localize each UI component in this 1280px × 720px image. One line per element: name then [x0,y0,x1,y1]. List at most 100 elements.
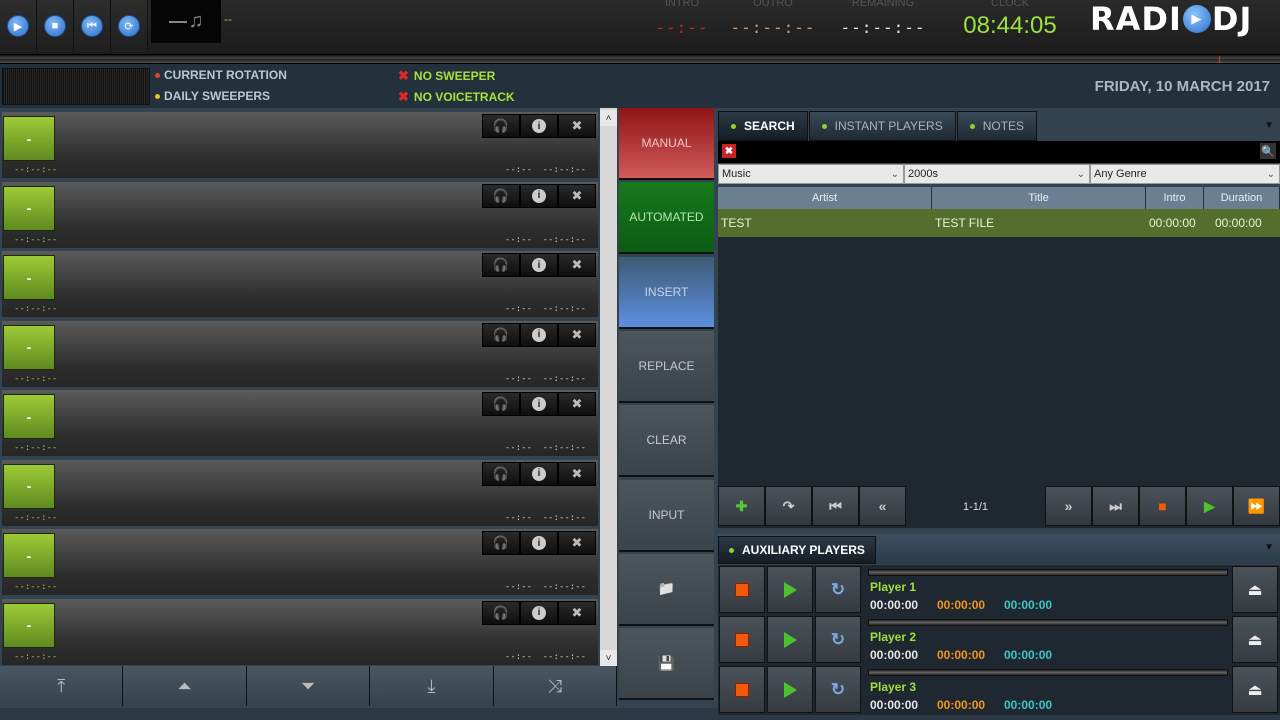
scroll-down-button[interactable]: ˅ [600,650,617,666]
info-button[interactable]: i [520,600,558,625]
aux-loop-button[interactable]: ↻ [815,666,861,713]
track-thumbnail[interactable]: - [3,255,55,300]
tab-instant-players[interactable]: INSTANT PLAYERS [808,111,956,141]
playlist-track[interactable]: - --:--:-- 🎧 i ✖ --:-- --:--:-- [2,459,598,526]
preview-stop-button[interactable]: ■ [1139,486,1186,526]
result-row[interactable]: TEST TEST FILE 00:00:00 00:00:00 [718,209,1280,237]
aux-progress-bar[interactable] [868,569,1228,576]
tab-search[interactable]: SEARCH [718,111,808,141]
year-select[interactable]: 2000s ⌄ [904,164,1090,184]
playlist-track[interactable]: - --:--:-- 🎧 i ✖ --:-- --:--:-- [2,390,598,456]
aux-stop-button[interactable] [719,616,765,663]
redirect-button[interactable]: ↷ [765,486,812,526]
play-button[interactable]: ▶ [0,0,37,52]
aux-eject-button[interactable]: ⏏ [1232,616,1278,663]
track-progress-bar[interactable] [0,54,1280,64]
playlist-track[interactable]: - --:--:-- 🎧 i ✖ --:-- --:--:-- [2,598,598,665]
remove-button[interactable]: ✖ [558,114,596,138]
scroll-up-button[interactable]: ˄ [600,110,617,126]
column-title[interactable]: Title [932,187,1146,209]
shuffle-button[interactable]: ⤨ [493,666,618,706]
playlist-track[interactable]: - --:--:-- 🎧 i ✖ --:-- --:--:-- [2,251,598,317]
playlist-track[interactable]: - --:--:-- 🎧 i ✖ --:-- --:--:-- [2,112,598,178]
search-input[interactable] [740,143,1250,161]
panel-menu-icon[interactable]: ▼ [1264,120,1274,131]
playlist-track[interactable]: - --:--:-- 🎧 i ✖ --:-- --:--:-- [2,181,598,248]
aux-play-button[interactable] [767,616,813,663]
track-thumbnail[interactable]: - [3,533,55,578]
mode-input-button[interactable]: INPUT [619,479,714,552]
aux-stop-button[interactable] [719,666,765,713]
track-thumbnail[interactable]: - [3,324,55,370]
previous-button[interactable]: ⏮ [74,0,111,52]
first-page-button[interactable]: ⏮ [812,486,859,526]
save-button[interactable]: 💾 [619,628,714,701]
mode-automated-button[interactable]: AUTOMATED [619,182,714,255]
column-intro[interactable]: Intro [1146,187,1204,209]
preview-button[interactable]: 🎧 [482,322,520,347]
search-icon[interactable]: 🔍 [1260,143,1276,159]
mode-manual-button[interactable]: MANUAL [619,108,714,180]
remove-button[interactable]: ✖ [558,392,596,416]
playlist-track[interactable]: - --:--:-- 🎧 i ✖ --:-- --:--:-- [2,529,598,595]
last-page-button[interactable]: ⏭ [1092,486,1139,526]
column-duration[interactable]: Duration [1204,187,1280,209]
preview-button[interactable]: 🎧 [482,183,520,208]
remove-button[interactable]: ✖ [558,322,596,347]
move-up-button[interactable]: ⏶ [123,666,247,706]
remove-button[interactable]: ✖ [558,531,596,555]
genre-select[interactable]: Any Genre ⌄ [1090,164,1280,184]
info-button[interactable]: i [520,461,558,486]
remove-button[interactable]: ✖ [558,253,596,277]
preview-button[interactable]: 🎧 [482,600,520,625]
mode-replace-button[interactable]: REPLACE [619,330,714,403]
aux-play-button[interactable] [767,666,813,713]
tab-notes[interactable]: NOTES [956,111,1038,141]
aux-menu-icon[interactable]: ▼ [1264,542,1274,553]
track-thumbnail[interactable]: - [3,394,55,439]
stop-button[interactable]: ■ [37,0,74,52]
info-button[interactable]: i [520,253,558,277]
track-thumbnail[interactable]: - [3,116,55,161]
move-top-button[interactable]: ⤒ [0,666,124,706]
aux-eject-button[interactable]: ⏏ [1232,566,1278,613]
next-page-button[interactable]: » [1045,486,1092,526]
daily-sweepers[interactable]: DAILY SWEEPERS [155,89,270,103]
preview-button[interactable]: 🎧 [482,531,520,555]
preview-button[interactable]: 🎧 [482,461,520,486]
aux-loop-button[interactable]: ↻ [815,616,861,663]
info-button[interactable]: i [520,531,558,555]
preview-skip-button[interactable]: ⏩ [1233,486,1280,526]
mode-insert-button[interactable]: INSERT [619,256,714,329]
type-select[interactable]: Music ⌄ [718,164,904,184]
playlist-track[interactable]: - --:--:-- 🎧 i ✖ --:-- --:--:-- [2,320,598,387]
aux-eject-button[interactable]: ⏏ [1232,666,1278,713]
mode-clear-button[interactable]: CLEAR [619,405,714,478]
track-thumbnail[interactable]: - [3,463,55,509]
aux-loop-button[interactable]: ↻ [815,566,861,613]
remove-button[interactable]: ✖ [558,600,596,625]
info-button[interactable]: i [520,183,558,208]
move-down-button[interactable]: ⏷ [246,666,371,706]
track-thumbnail[interactable]: - [3,185,55,231]
prev-page-button[interactable]: « [859,486,906,526]
aux-progress-bar[interactable] [868,669,1228,676]
folder-button[interactable]: 📁 [619,553,714,626]
aux-stop-button[interactable] [719,566,765,613]
move-bottom-button[interactable]: ⤓ [370,666,494,706]
preview-button[interactable]: 🎧 [482,253,520,277]
preview-button[interactable]: 🎧 [482,392,520,416]
aux-progress-bar[interactable] [868,619,1228,626]
track-thumbnail[interactable]: - [3,602,55,648]
tab-auxiliary-players[interactable]: AUXILIARY PLAYERS [718,536,876,564]
playlist-scrollbar[interactable]: ˄ ˅ [600,108,617,666]
info-button[interactable]: i [520,392,558,416]
aux-play-button[interactable] [767,566,813,613]
info-button[interactable]: i [520,322,558,347]
current-rotation[interactable]: CURRENT ROTATION [155,68,287,82]
column-artist[interactable]: Artist [718,187,932,209]
clear-search-button[interactable]: ✖ [722,144,736,158]
info-button[interactable]: i [520,114,558,138]
preview-button[interactable]: 🎧 [482,114,520,138]
add-button[interactable]: ✚ [718,486,765,526]
